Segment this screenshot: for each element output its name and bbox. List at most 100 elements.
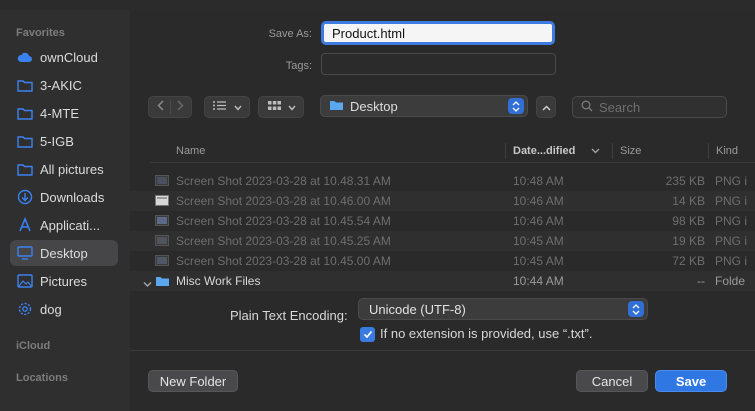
sidebar-item-desktop[interactable]: Desktop <box>10 240 118 266</box>
file-date: 10:45 AM <box>513 254 564 268</box>
chevron-down-icon <box>591 145 600 157</box>
file-row[interactable]: Screen Shot 2023-03-28 at 10.46.00 AM 10… <box>130 191 755 211</box>
image-file-icon <box>155 195 169 209</box>
encoding-label: Plain Text Encoding: <box>230 308 348 323</box>
file-date: 10:45 AM <box>513 234 564 248</box>
file-row[interactable]: Screen Shot 2023-03-28 at 10.45.54 AM 10… <box>130 211 755 231</box>
group-by-button[interactable] <box>258 96 304 118</box>
pictures-icon <box>16 272 34 290</box>
file-size: 14 KB <box>672 194 705 208</box>
column-separator <box>708 143 709 159</box>
file-name: Screen Shot 2023-03-28 at 10.45.25 AM <box>176 234 391 248</box>
sidebar-item-label: Downloads <box>40 189 105 205</box>
sidebar-item-label: dog <box>40 301 62 317</box>
view-list-button[interactable] <box>204 96 250 118</box>
chevron-up-icon <box>541 100 551 114</box>
download-icon <box>16 188 34 206</box>
list-view-icon <box>212 100 228 114</box>
save-as-input[interactable] <box>321 21 555 45</box>
column-header-date-label: Date...dified <box>513 145 576 157</box>
file-size: 72 KB <box>672 254 705 268</box>
gear-icon <box>16 300 34 318</box>
image-file-icon <box>155 215 169 229</box>
forward-icon[interactable] <box>171 100 190 114</box>
file-kind: PNG i <box>715 194 748 208</box>
folder-icon <box>155 275 170 290</box>
sidebar-item-label: 4-MTE <box>40 105 79 121</box>
sidebar-item-all-pictures[interactable]: All pictures <box>10 156 118 182</box>
new-folder-button[interactable]: New Folder <box>148 370 238 392</box>
location-popup[interactable]: Desktop <box>320 95 528 117</box>
applications-icon <box>16 216 34 234</box>
chevron-down-icon <box>287 100 296 114</box>
tags-input[interactable] <box>321 53 556 75</box>
file-kind: PNG i <box>715 234 748 248</box>
sidebar-item-applications[interactable]: Applicati... <box>10 212 118 238</box>
column-separator <box>612 143 613 159</box>
chevron-down-icon <box>234 100 242 114</box>
column-header-date[interactable]: Date...dified <box>513 141 600 161</box>
file-kind: Folde <box>715 274 746 288</box>
folder-icon <box>16 160 34 178</box>
back-icon[interactable] <box>151 100 171 114</box>
file-row[interactable]: Screen Shot 2023-03-28 at 10.48.31 AM 10… <box>130 171 755 191</box>
encoding-select[interactable]: Unicode (UTF-8) <box>358 298 648 320</box>
back-forward-buttons[interactable] <box>148 96 192 118</box>
expand-collapse-button[interactable] <box>536 96 556 118</box>
file-kind: PNG i <box>715 254 748 268</box>
save-as-label: Save As: <box>268 28 312 40</box>
desktop-icon <box>16 244 34 262</box>
sidebar: Favorites ownCloud 3-AKIC 4-MTE 5-IGB Al… <box>0 10 130 411</box>
file-date: 10:46 AM <box>513 214 564 228</box>
header-divider <box>150 162 755 163</box>
sidebar-item-label: 5-IGB <box>40 133 74 149</box>
sidebar-item-3-akic[interactable]: 3-AKIC <box>10 72 118 98</box>
file-row[interactable]: Screen Shot 2023-03-28 at 10.45.25 AM 10… <box>130 231 755 251</box>
folder-icon <box>329 99 344 114</box>
sidebar-item-5-igb[interactable]: 5-IGB <box>10 128 118 154</box>
folder-row[interactable]: Misc Work Files 10:44 AM -- Folde <box>130 271 755 291</box>
search-input[interactable] <box>599 99 719 115</box>
txt-extension-label: If no extension is provided, use “.txt”. <box>380 326 593 341</box>
search-field[interactable] <box>572 96 727 118</box>
sidebar-item-downloads[interactable]: Downloads <box>10 184 118 210</box>
sidebar-item-owncloud[interactable]: ownCloud <box>10 44 118 70</box>
sidebar-item-label: ownCloud <box>40 49 98 65</box>
locations-header: Locations <box>16 372 68 384</box>
sidebar-item-4-mte[interactable]: 4-MTE <box>10 100 118 126</box>
file-date: 10:46 AM <box>513 194 564 208</box>
footer-divider <box>130 350 755 351</box>
file-size: 235 KB <box>665 174 705 188</box>
sidebar-item-dog[interactable]: dog <box>10 296 118 322</box>
sidebar-item-pictures[interactable]: Pictures <box>10 268 118 294</box>
location-label: Desktop <box>350 98 398 114</box>
folder-name: Misc Work Files <box>176 274 261 288</box>
column-header-size[interactable]: Size <box>620 141 641 161</box>
file-date: 10:48 AM <box>513 174 564 188</box>
sidebar-item-label: Applicati... <box>40 217 100 233</box>
txt-extension-checkbox[interactable] <box>360 327 375 342</box>
file-size: -- <box>697 274 705 288</box>
chevron-down-icon[interactable] <box>143 277 152 291</box>
folder-icon <box>16 132 34 150</box>
icloud-header: iCloud <box>16 340 51 352</box>
file-date: 10:44 AM <box>513 274 564 288</box>
file-size: 19 KB <box>672 234 705 248</box>
cloud-icon <box>16 48 34 66</box>
checkmark-icon <box>363 327 373 342</box>
sidebar-item-label: Pictures <box>40 273 87 289</box>
file-name: Screen Shot 2023-03-28 at 10.45.00 AM <box>176 254 391 268</box>
encoding-value: Unicode (UTF-8) <box>369 301 466 317</box>
save-button[interactable]: Save <box>655 370 727 392</box>
file-row[interactable]: Screen Shot 2023-03-28 at 10.45.00 AM 10… <box>130 251 755 271</box>
cancel-button[interactable]: Cancel <box>576 370 648 392</box>
file-name: Screen Shot 2023-03-28 at 10.45.54 AM <box>176 214 391 228</box>
file-name: Screen Shot 2023-03-28 at 10.48.31 AM <box>176 174 391 188</box>
favorites-header: Favorites <box>16 27 65 39</box>
save-dialog-main: Save As: Tags: Desktop <box>130 10 755 411</box>
folder-icon <box>16 104 34 122</box>
column-header-name[interactable]: Name <box>176 141 205 161</box>
column-header-kind[interactable]: Kind <box>716 141 738 161</box>
image-file-icon <box>155 175 169 189</box>
window-top-strip <box>0 0 755 10</box>
